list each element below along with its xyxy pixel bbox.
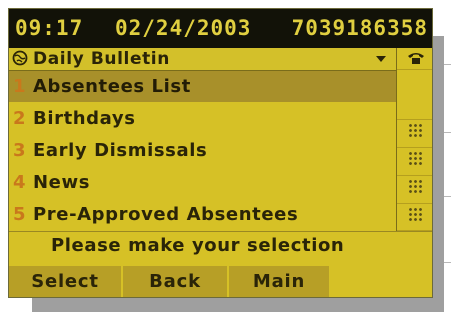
keypad-dots-icon	[408, 207, 424, 223]
item-label: Pre-Approved Absentees	[33, 204, 299, 225]
line-button-2[interactable]	[397, 120, 432, 148]
status-phone-number: 7039186358	[291, 16, 428, 40]
line-button-4[interactable]	[397, 176, 432, 204]
list-item[interactable]: 5 Pre-Approved Absentees	[9, 199, 396, 230]
keypad-dots-icon	[408, 123, 424, 139]
item-number: 3	[13, 140, 26, 161]
list-item[interactable]: 1 Absentees List	[9, 71, 396, 102]
keypad-dots-icon	[408, 151, 424, 167]
title-bar: Daily Bulletin	[9, 48, 396, 71]
item-label: Early Dismissals	[33, 140, 208, 161]
softkey-bar: Select Back Main	[9, 262, 432, 297]
item-label: Absentees List	[33, 76, 191, 97]
item-label: News	[33, 172, 91, 193]
selection-prompt: Please make your selection	[9, 231, 432, 262]
item-label: Birthdays	[33, 108, 136, 129]
bulletin-menu: 1 Absentees List 2 Birthdays 3 Early Dis…	[9, 71, 396, 231]
status-time: 09:17	[15, 16, 84, 40]
list-item[interactable]: 3 Early Dismissals	[9, 135, 396, 166]
line-button-blank[interactable]	[397, 71, 432, 120]
item-number: 1	[13, 76, 26, 97]
page-title: Daily Bulletin	[33, 49, 170, 69]
phone-icon	[408, 53, 424, 64]
phone-display: 09:17 02/24/2003 7039186358 Daily Bullet…	[8, 8, 433, 298]
select-button[interactable]: Select	[9, 266, 123, 297]
status-date: 02/24/2003	[115, 16, 252, 40]
list-item[interactable]: 2 Birthdays	[9, 103, 396, 134]
keypad-dots-icon	[408, 179, 424, 195]
chevron-down-icon[interactable]	[376, 56, 386, 62]
item-number: 4	[13, 172, 26, 193]
line-button-3[interactable]	[397, 148, 432, 176]
item-number: 2	[13, 108, 26, 129]
back-button[interactable]: Back	[123, 266, 229, 297]
prompt-text: Please make your selection	[51, 235, 345, 256]
status-bar: 09:17 02/24/2003 7039186358	[9, 9, 432, 48]
item-number: 5	[13, 204, 26, 225]
line-button-5[interactable]	[397, 204, 432, 231]
main-button[interactable]: Main	[229, 266, 331, 297]
line-button-column	[396, 48, 432, 231]
line-button-phone[interactable]	[397, 48, 432, 70]
list-item[interactable]: 4 News	[9, 167, 396, 198]
globe-icon	[12, 50, 28, 66]
